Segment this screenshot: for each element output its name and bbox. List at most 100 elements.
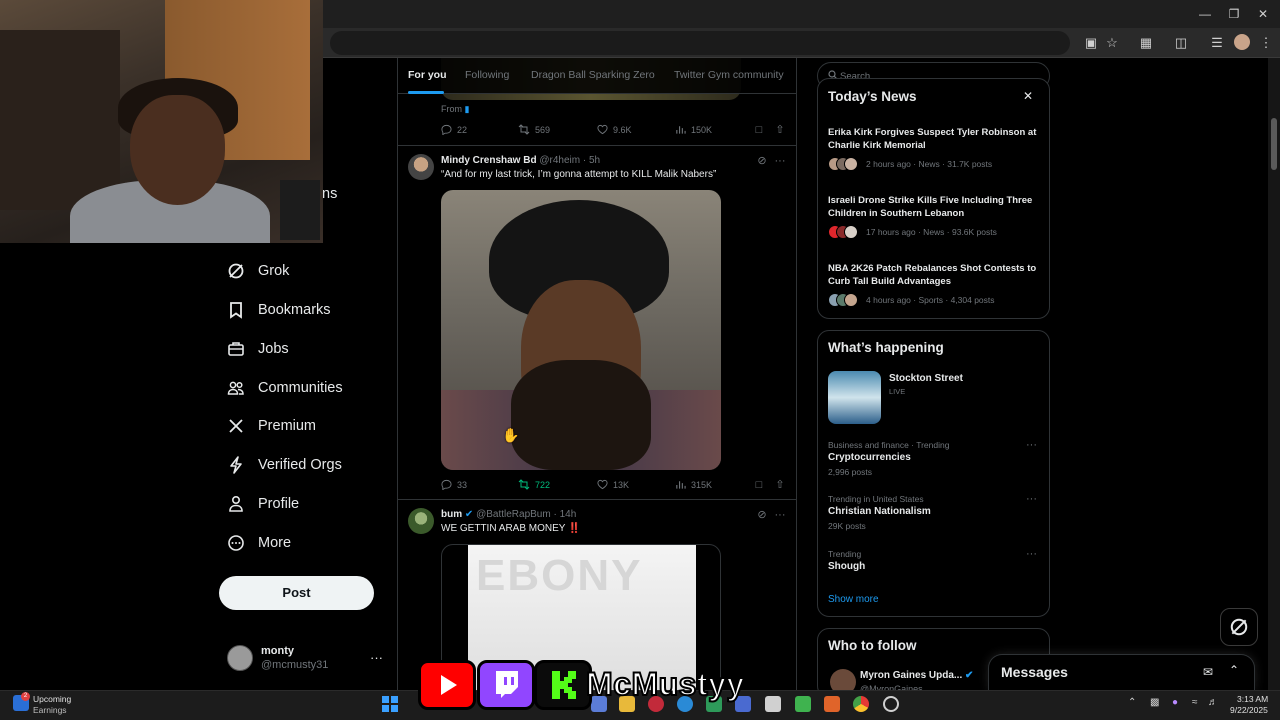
views-button[interactable]: 150K xyxy=(675,124,712,135)
trend-more-icon[interactable]: ··· xyxy=(1026,493,1037,505)
nav-partial-label: ns xyxy=(322,186,338,202)
tab-twitter-gym-community[interactable]: Twitter Gym community xyxy=(674,69,784,81)
post-more-icon[interactable]: ··· xyxy=(773,508,787,522)
tab-dragon-ball-sparking-zero[interactable]: Dragon Ball Sparking Zero xyxy=(531,69,655,81)
grok-explain-icon[interactable]: ⊘ xyxy=(755,154,769,168)
address-bar[interactable] xyxy=(330,31,1070,55)
live-event-title[interactable]: Stockton Street xyxy=(889,373,963,384)
new-message-icon[interactable]: ✉ xyxy=(1203,665,1213,679)
taskbar-date[interactable]: 9/22/2025 xyxy=(1230,705,1268,715)
nav-item-profile[interactable]: Profile xyxy=(226,489,299,519)
nav-item-grok[interactable]: Grok xyxy=(226,256,289,286)
grok-floating-button[interactable] xyxy=(1220,608,1258,646)
repost-button[interactable]: 569 xyxy=(518,124,550,135)
chrome-browser-icon[interactable] xyxy=(853,696,869,712)
microphone-icon[interactable]: ● xyxy=(1172,697,1178,708)
share-icon[interactable]: ⇧ xyxy=(773,123,787,137)
post-author-name[interactable]: bum xyxy=(441,509,462,520)
nav-item-jobs[interactable]: Jobs xyxy=(226,334,289,364)
reply-button[interactable]: 33 xyxy=(441,479,467,490)
wifi-icon[interactable]: ≈ xyxy=(1192,697,1198,708)
nav-item-communities[interactable]: Communities xyxy=(226,373,343,403)
post-button[interactable]: Post xyxy=(219,576,374,610)
bookmark-star-icon[interactable]: ☆ xyxy=(1103,34,1121,52)
scrollbar-thumb[interactable] xyxy=(1271,118,1277,170)
windows-start-icon[interactable] xyxy=(382,696,398,712)
follow-name[interactable]: Myron Gaines Upda... ✔ xyxy=(860,670,973,681)
taskbar-time[interactable]: 3:13 AM xyxy=(1237,694,1268,704)
bookmark-icon[interactable]: □ xyxy=(752,478,766,492)
post-time[interactable]: · 5h xyxy=(583,155,600,166)
taskbar-app-icon[interactable] xyxy=(824,696,840,712)
share-icon[interactable]: ⇧ xyxy=(773,478,787,492)
nav-item-label: Verified Orgs xyxy=(258,457,342,473)
youtube-logo-icon xyxy=(418,660,476,710)
news-item-title[interactable]: NBA 2K26 Patch Rebalances Shot Contests … xyxy=(828,262,1043,288)
browser-menu-icon[interactable]: ⋮ xyxy=(1257,34,1275,52)
taskbar-app-icon[interactable] xyxy=(883,696,899,712)
close-icon[interactable]: ✕ xyxy=(1023,89,1033,103)
tab-for-you[interactable]: For you xyxy=(408,69,447,81)
volume-icon[interactable]: ♬ xyxy=(1208,697,1218,708)
like-button[interactable]: 9.6K xyxy=(597,124,632,135)
network-off-icon[interactable]: ▩ xyxy=(1150,697,1159,708)
kick-logo-icon xyxy=(534,660,592,710)
trend-more-icon[interactable]: ··· xyxy=(1026,439,1037,451)
tab-following[interactable]: Following xyxy=(465,69,509,81)
reply-button[interactable]: 22 xyxy=(441,124,467,135)
news-item-meta: 4 hours ago · Sports · 4,304 posts xyxy=(866,295,995,305)
view-count: 315K xyxy=(691,479,713,490)
media-icon[interactable]: ☰ xyxy=(1208,34,1226,52)
follow-card-title: Who to follow xyxy=(828,638,917,653)
bookmark-icon xyxy=(226,300,246,320)
account-avatar[interactable] xyxy=(227,645,253,671)
nav-item-verified-orgs[interactable]: Verified Orgs xyxy=(226,450,342,480)
nav-item-bookmarks[interactable]: Bookmarks xyxy=(226,295,331,325)
nav-item-premium[interactable]: Premium xyxy=(226,411,316,441)
post-more-icon[interactable]: ··· xyxy=(773,154,787,168)
extensions-icon[interactable]: ▦ xyxy=(1137,34,1155,52)
expand-icon[interactable]: ⌃ xyxy=(1229,663,1239,677)
bookmark-icon[interactable]: □ xyxy=(752,123,766,137)
trend-name[interactable]: Christian Nationalism xyxy=(828,506,931,517)
trend-name[interactable]: Cryptocurrencies xyxy=(828,452,911,463)
like-button[interactable]: 13K xyxy=(597,479,629,490)
close-window-button[interactable]: ✕ xyxy=(1246,4,1280,24)
trend-name[interactable]: Shough xyxy=(828,561,865,572)
repost-button[interactable]: 722 xyxy=(518,479,550,490)
store-icon[interactable] xyxy=(765,696,781,712)
news-item-title[interactable]: Israeli Drone Strike Kills Five Includin… xyxy=(828,194,1043,220)
xbox-icon[interactable] xyxy=(795,696,811,712)
show-more-link[interactable]: Show more xyxy=(828,594,879,605)
nav-item-more[interactable]: More xyxy=(226,528,291,558)
trend-context: Trending in United States xyxy=(828,494,924,504)
post-author-avatar[interactable] xyxy=(408,154,434,180)
browser-profile-avatar[interactable] xyxy=(1234,34,1250,50)
happening-card-title: What’s happening xyxy=(828,340,944,355)
widget-title[interactable]: Upcoming xyxy=(33,694,71,704)
account-more-icon[interactable]: ··· xyxy=(370,650,383,665)
verified-badge-icon: ✔ xyxy=(464,509,474,520)
grok-explain-icon[interactable]: ⊘ xyxy=(755,508,769,522)
post-author-name[interactable]: Mindy Crenshaw Bd xyxy=(441,155,537,166)
hand-cursor-icon: ✋ xyxy=(502,427,520,443)
news-item-title[interactable]: Erika Kirk Forgives Suspect Tyler Robins… xyxy=(828,126,1043,152)
page-scrollbar[interactable] xyxy=(1268,58,1280,690)
live-event-thumbnail[interactable] xyxy=(828,371,881,424)
views-icon xyxy=(676,126,686,134)
messages-title: Messages xyxy=(1001,664,1068,680)
messages-drawer[interactable]: Messages ✉ ⌃ xyxy=(988,654,1255,690)
post-text: WE GETTIN ARAB MONEY ‼️ xyxy=(441,523,581,534)
post-author-handle[interactable]: @BattleRapBum xyxy=(476,509,551,520)
widget-subtitle: Earnings xyxy=(33,705,67,715)
views-button[interactable]: 315K xyxy=(675,479,712,490)
sidepanel-icon[interactable]: ◫ xyxy=(1172,34,1190,52)
install-app-icon[interactable]: ▣ xyxy=(1082,34,1100,52)
post-image[interactable] xyxy=(441,190,721,470)
tray-overflow-icon[interactable]: ⌃ xyxy=(1128,697,1136,708)
trend-more-icon[interactable]: ··· xyxy=(1026,548,1037,560)
twitch-logo-icon xyxy=(477,660,535,710)
post-time[interactable]: · 14h xyxy=(553,509,576,520)
post-author-avatar[interactable] xyxy=(408,508,434,534)
post-author-handle[interactable]: @r4heim xyxy=(539,155,580,166)
